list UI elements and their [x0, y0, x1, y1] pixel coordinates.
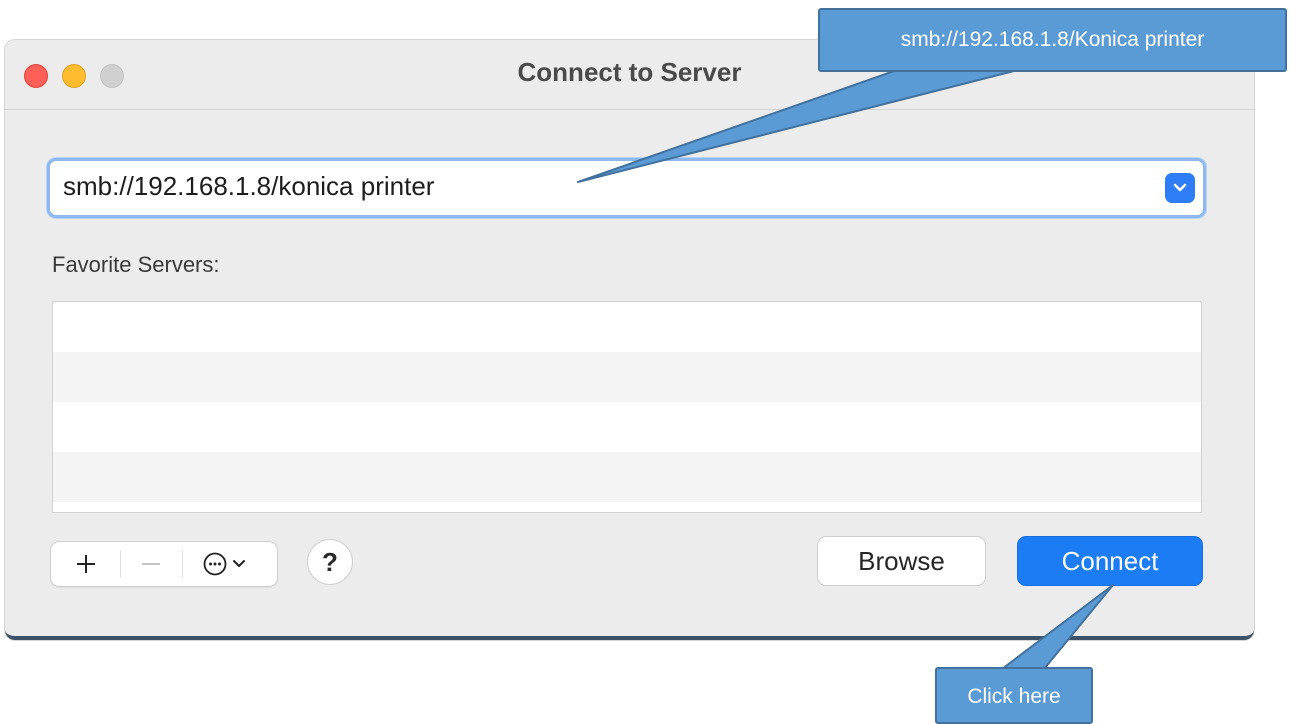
browse-button[interactable]: Browse — [817, 536, 986, 586]
list-item[interactable] — [53, 352, 1201, 402]
add-favorite-button[interactable] — [51, 542, 119, 586]
favorites-segmented-control — [50, 541, 278, 587]
ellipsis-circle-icon — [203, 552, 245, 576]
connect-to-server-window: Connect to Server smb://192.168.1.8/koni… — [5, 40, 1254, 640]
list-item[interactable] — [53, 302, 1201, 352]
favorite-servers-label: Favorite Servers: — [52, 252, 220, 277]
minus-icon — [142, 563, 160, 565]
remove-favorite-button[interactable] — [121, 542, 181, 586]
server-address-combobox[interactable]: smb://192.168.1.8/konica printer — [47, 158, 1206, 218]
list-item[interactable] — [53, 452, 1201, 502]
help-button[interactable]: ? — [307, 539, 353, 585]
annotation-callout-top: smb://192.168.1.8/Konica printer — [818, 8, 1287, 72]
favorite-actions-menu-button[interactable] — [183, 542, 277, 586]
annotation-callout-bottom: Click here — [935, 667, 1093, 724]
favorite-servers-list[interactable] — [52, 301, 1202, 513]
connect-button[interactable]: Connect — [1017, 536, 1203, 586]
address-history-dropdown-button[interactable] — [1165, 173, 1195, 203]
plus-icon — [77, 555, 95, 573]
list-item[interactable] — [53, 402, 1201, 452]
chevron-down-icon — [1173, 183, 1187, 192]
server-address-input[interactable]: smb://192.168.1.8/konica printer — [63, 171, 434, 202]
